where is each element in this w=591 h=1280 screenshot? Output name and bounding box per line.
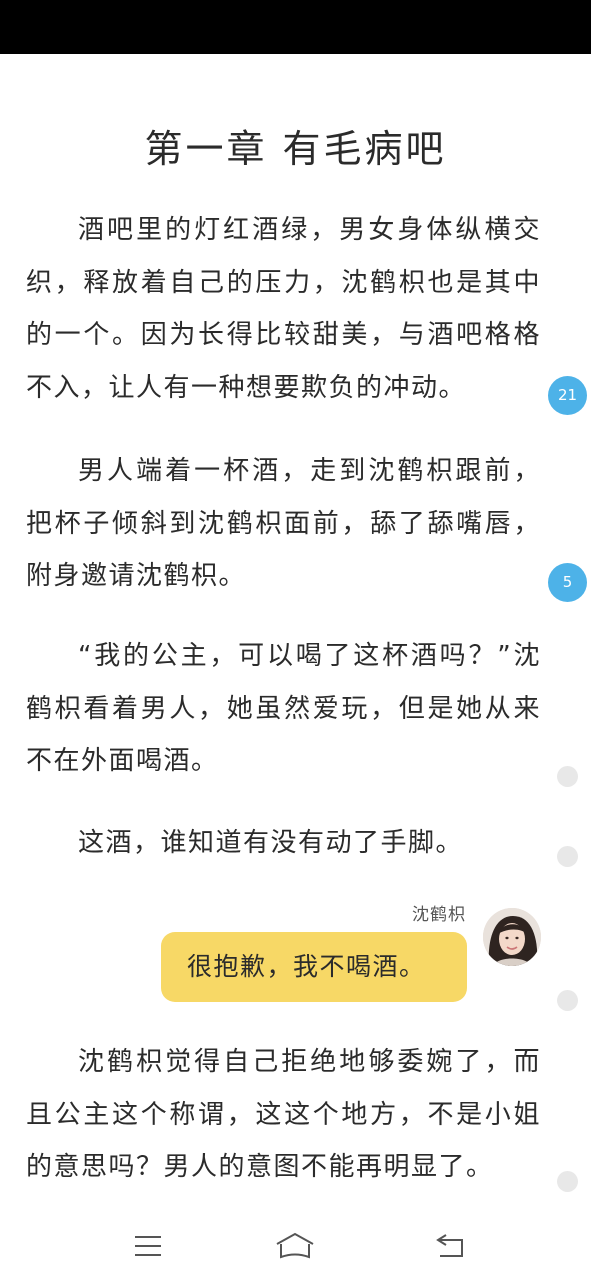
chapter-title: 第一章 有毛病吧 — [144, 127, 447, 171]
comment-dot[interactable] — [557, 990, 578, 1011]
paragraph: 沈鹤枳觉得自己拒绝地够委婉了，而且公主这个称谓，这这个地方，不是小姐的意思吗？男… — [26, 1047, 541, 1182]
home-icon — [276, 1232, 314, 1259]
paragraph: 酒吧里的灯红酒绿，男女身体纵横交织，释放着自己的压力，沈鹤枳也是其中的一个。因为… — [26, 215, 541, 403]
back-icon — [436, 1234, 463, 1257]
menu-button[interactable] — [118, 1222, 178, 1270]
avatar[interactable] — [483, 908, 541, 966]
menu-icon — [135, 1236, 161, 1256]
home-button[interactable] — [265, 1222, 325, 1270]
chat-bubble: 很抱歉，我不喝酒。 — [161, 932, 467, 1002]
avatar-image — [483, 908, 541, 966]
comment-dot[interactable] — [557, 846, 578, 867]
status-bar — [0, 0, 591, 54]
navigation-bar — [0, 1212, 591, 1280]
comment-dot[interactable] — [557, 1171, 578, 1192]
back-button[interactable] — [420, 1222, 480, 1270]
paragraph: 这酒，谁知道有没有动了手脚。 — [78, 828, 464, 858]
chat-speaker-name: 沈鹤枳 — [412, 905, 466, 925]
comment-dot[interactable] — [557, 766, 578, 787]
paragraph: “我的公主，可以喝了这杯酒吗？”沈鹤枳看着男人，她虽然爱玩，但是她从来不在外面喝… — [26, 641, 541, 776]
comment-count-badge[interactable]: 21 — [548, 376, 587, 415]
comment-count-badge[interactable]: 5 — [548, 563, 587, 602]
paragraph: 男人端着一杯酒，走到沈鹤枳跟前，把杯子倾斜到沈鹤枳面前，舔了舔嘴唇，附身邀请沈鹤… — [26, 456, 541, 591]
